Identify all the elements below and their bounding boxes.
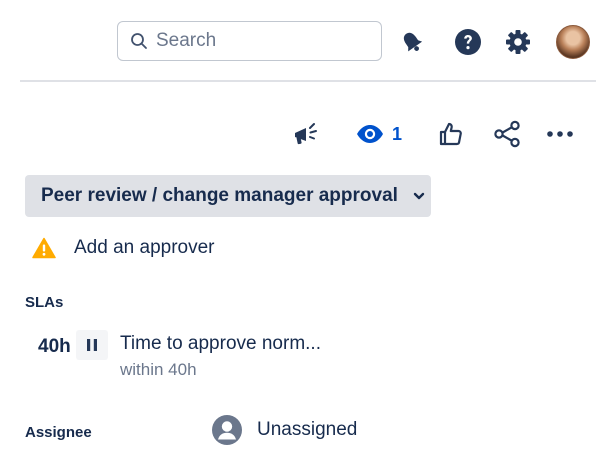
chevron-down-icon: [413, 192, 425, 200]
issue-actions-bar: 1: [0, 118, 600, 150]
assignee-field[interactable]: Unassigned: [211, 414, 357, 446]
search-input[interactable]: [156, 30, 376, 52]
top-navigation: [0, 0, 600, 80]
search-box[interactable]: [117, 21, 382, 61]
sla-target: within 40h: [120, 360, 197, 379]
warning-icon: [32, 237, 56, 259]
header-divider: [20, 80, 596, 82]
user-avatar[interactable]: [556, 25, 590, 59]
feedback-megaphone-icon[interactable]: [292, 118, 322, 150]
search-icon: [131, 33, 147, 49]
share-icon[interactable]: [493, 118, 521, 150]
help-icon[interactable]: [452, 26, 484, 58]
status-label: Peer review / change manager approval: [41, 185, 398, 206]
settings-gear-icon[interactable]: [502, 26, 534, 58]
sla-time-remaining: 40h: [38, 336, 71, 357]
add-approver-label: Add an approver: [74, 237, 215, 258]
sla-heading: SLAs: [25, 294, 64, 311]
status-transition-dropdown[interactable]: Peer review / change manager approval: [25, 175, 431, 217]
assignee-value: Unassigned: [257, 419, 358, 440]
notification-bell-icon[interactable]: [396, 26, 428, 58]
more-options-icon[interactable]: [546, 118, 574, 150]
watch-eye-icon: [357, 125, 383, 143]
sla-name: Time to approve norm...: [120, 333, 321, 354]
pause-icon: [87, 339, 97, 351]
add-approver-link[interactable]: Add an approver: [32, 237, 215, 259]
assignee-label: Assignee: [25, 424, 92, 441]
watch-count: 1: [392, 123, 403, 144]
user-avatar-icon: [212, 415, 242, 445]
like-thumb-icon[interactable]: [438, 118, 464, 150]
sla-item: 40h Time to approve norm... within 40h: [38, 330, 438, 386]
sla-paused-indicator: [76, 330, 108, 360]
watch-button[interactable]: 1: [356, 118, 402, 150]
